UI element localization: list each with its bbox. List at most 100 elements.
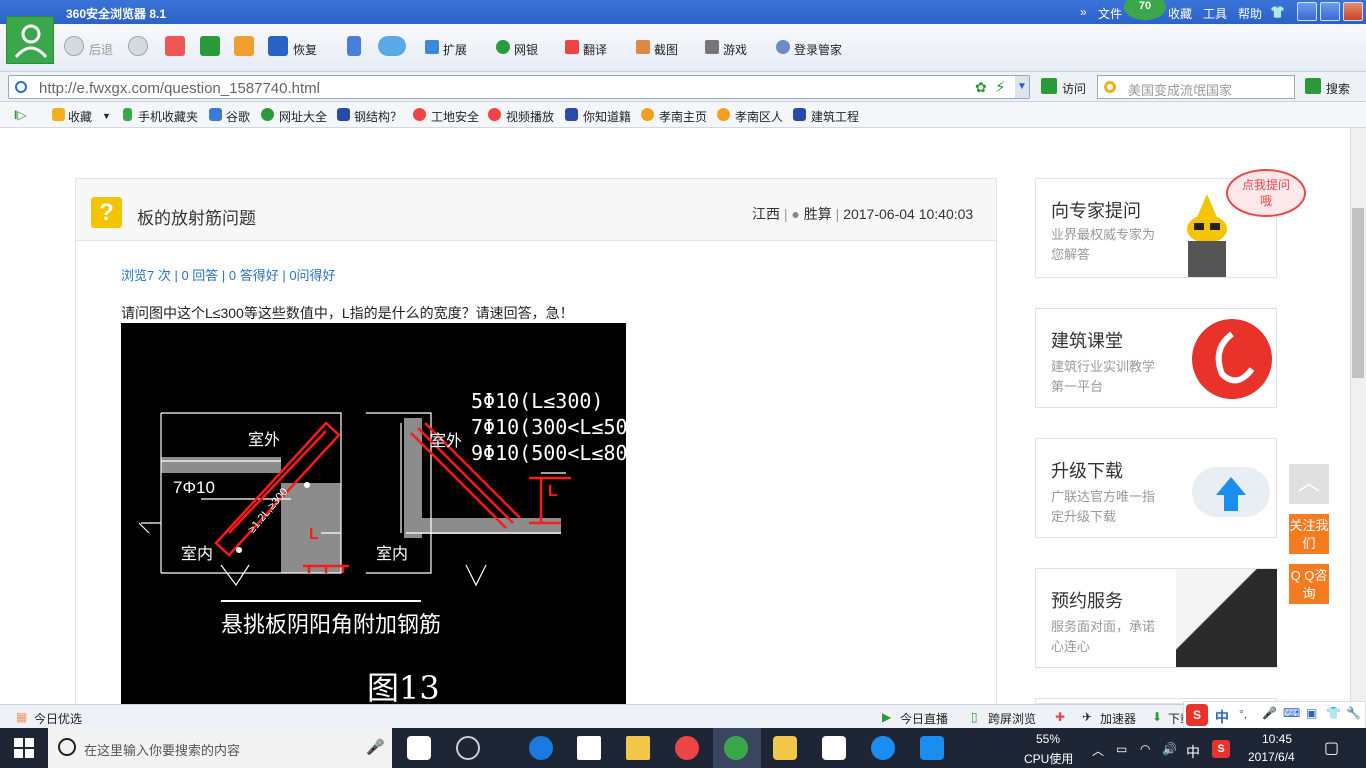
back-icon[interactable] — [64, 36, 84, 56]
status-today[interactable]: 今日优选 — [34, 710, 82, 727]
video-icon — [488, 108, 501, 121]
help-icon[interactable] — [822, 736, 846, 760]
sogou-icon[interactable]: S — [1186, 704, 1208, 726]
app-plus-icon[interactable] — [920, 736, 944, 760]
app-swirl-icon[interactable] — [456, 736, 480, 760]
lightning-icon[interactable]: ⚡ — [995, 78, 1006, 96]
skin-icon[interactable]: ▣ — [1306, 706, 1317, 720]
scrollbar-thumb[interactable] — [1352, 208, 1364, 378]
stop-icon[interactable] — [165, 36, 185, 56]
volume-icon[interactable]: 🔊 — [1162, 742, 1177, 756]
mic-icon[interactable]: 🎤 — [1262, 706, 1277, 720]
ask-bubble[interactable]: 点我提问哦 — [1226, 169, 1306, 217]
restore-button[interactable]: 恢复 — [293, 41, 317, 58]
address-dropdown-icon[interactable]: ▼ — [1015, 76, 1029, 98]
appointment-card[interactable]: 预约服务 服务面对面，承诺心连心 — [1035, 568, 1277, 668]
search-input[interactable]: 美国变成流氓国家 — [1097, 75, 1295, 99]
sogou-tray-icon[interactable]: S — [1212, 740, 1230, 758]
visit-button[interactable]: 访问 — [1062, 80, 1086, 97]
translate-button[interactable]: 翻译 — [583, 41, 607, 58]
punct-icon[interactable]: °, — [1239, 707, 1247, 721]
task-view-icon[interactable] — [407, 736, 431, 760]
fav-item-8[interactable]: 孝南主页 — [659, 108, 707, 125]
forward-icon[interactable] — [128, 36, 148, 56]
cad-drawing-image[interactable]: 5Φ10(L≤300) 7Φ10(300<L≤500) 9Φ10(500<L≤8… — [121, 323, 652, 707]
follow-us-button[interactable]: 关注我们 — [1289, 514, 1329, 554]
app-icon[interactable] — [675, 736, 699, 760]
extend-button[interactable]: 扩展 — [443, 41, 467, 58]
refresh-icon[interactable] — [200, 36, 220, 56]
course-card[interactable]: 建筑课堂 建筑行业实训教学第一平台 — [1035, 308, 1277, 408]
shirt-icon[interactable]: 👕 — [1270, 5, 1285, 19]
edge-icon[interactable] — [529, 736, 553, 760]
search-engine-icon[interactable] — [1104, 81, 1116, 93]
back-button[interactable]: 后退 — [89, 41, 113, 58]
battery-icon[interactable]: ▭ — [1116, 742, 1127, 756]
fav-item-3[interactable]: 网址大全 — [279, 108, 327, 125]
menu-help[interactable]: 帮助 — [1238, 5, 1262, 22]
maximize-button[interactable] — [1320, 2, 1340, 21]
fav-collect[interactable]: 收藏 — [68, 108, 92, 125]
windows-start-icon[interactable] — [14, 738, 34, 758]
phone-icon[interactable] — [347, 36, 361, 56]
secure-icon[interactable]: ✿ — [975, 79, 987, 96]
minimize-button[interactable] — [1297, 2, 1317, 21]
mic-icon[interactable]: 🎤 — [366, 738, 385, 756]
fav-item-4[interactable]: 钢结构？ — [354, 108, 402, 125]
fav-item-5[interactable]: 工地安全 — [431, 108, 479, 125]
shield-icon[interactable]: ✚ — [1055, 710, 1065, 724]
notes-icon[interactable] — [773, 736, 797, 760]
fav-item-6[interactable]: 视频播放 — [506, 108, 554, 125]
fav-item-9[interactable]: 孝南区人 — [735, 108, 783, 125]
taskbar-search[interactable]: 在这里输入你要搜索的内容 🎤 — [48, 728, 392, 768]
bank-button[interactable]: 网银 — [514, 41, 538, 58]
clock-date[interactable]: 2017/6/4 — [1248, 750, 1295, 764]
status-cross[interactable]: 跨屏浏览 — [988, 710, 1036, 727]
ime-toolbar[interactable]: S 中 °, 🎤 ⌨ ▣ 👕 🔧 — [1183, 701, 1366, 729]
fav-item-1[interactable]: 手机收藏夹 — [138, 108, 198, 125]
restore-icon[interactable] — [268, 36, 288, 56]
fav-item-7[interactable]: 你知道籍 — [583, 108, 631, 125]
question-stats[interactable]: 浏览7 次 | 0 回答 | 0 答得好 | 0问得好 — [121, 265, 336, 284]
shirt-icon[interactable]: 👕 — [1326, 706, 1341, 720]
qq-consult-button[interactable]: Q Q咨询 — [1289, 564, 1329, 604]
ime-mode[interactable]: 中 — [1215, 707, 1229, 727]
back-to-top-button[interactable]: ︿ — [1289, 464, 1329, 504]
menu-tools[interactable]: 工具 — [1203, 5, 1227, 22]
score-badge[interactable]: 70 — [1124, 0, 1166, 20]
menu-more-icon[interactable]: » — [1080, 5, 1087, 19]
explorer-icon[interactable] — [626, 736, 650, 760]
close-button[interactable] — [1343, 2, 1363, 21]
wifi-icon[interactable]: ◠ — [1140, 742, 1150, 756]
status-live[interactable]: 今日直播 — [900, 710, 948, 727]
question-region[interactable]: 江西 — [752, 206, 780, 222]
download-card[interactable]: 升级下载 广联达官方唯一指定升级下载 — [1035, 438, 1277, 538]
notification-icon[interactable]: ▢ — [1324, 738, 1339, 758]
game-button[interactable]: 游戏 — [723, 41, 747, 58]
home-icon[interactable] — [234, 36, 254, 56]
wrench-icon[interactable]: 🔧 — [1346, 706, 1361, 720]
login-button[interactable]: 登录管家 — [794, 41, 842, 58]
sidebar-toggle-icon[interactable]: I▷ — [14, 108, 27, 122]
cloud-icon[interactable] — [378, 36, 406, 56]
tray-expand-icon[interactable]: ︿ — [1092, 742, 1104, 759]
search-button[interactable]: 搜索 — [1326, 80, 1350, 97]
screenshot-button[interactable]: 截图 — [654, 41, 678, 58]
keyboard-icon[interactable]: ⌨ — [1283, 706, 1300, 720]
store-icon[interactable] — [577, 736, 601, 760]
address-input[interactable]: http://e.fwxgx.com/question_1587740.html… — [8, 75, 1030, 99]
game-icon — [705, 40, 719, 54]
fav-dropdown-icon[interactable]: ▼ — [102, 111, 111, 121]
ask-expert-card[interactable]: 向专家提问 业界最权威专家为您解答 点我提问哦 — [1035, 169, 1306, 278]
ime-indicator[interactable]: 中 — [1186, 742, 1200, 762]
fav-item-2[interactable]: 谷歌 — [226, 108, 250, 125]
browser-360-icon[interactable] — [724, 736, 748, 760]
clock-time[interactable]: 10:45 — [1262, 732, 1292, 746]
app-g-icon[interactable] — [871, 736, 895, 760]
menu-favorites[interactable]: 收藏 — [1168, 5, 1192, 22]
user-avatar[interactable] — [6, 16, 54, 64]
menu-file[interactable]: 文件 — [1098, 5, 1122, 22]
fav-item-10[interactable]: 建筑工程 — [811, 108, 859, 125]
status-accel[interactable]: 加速器 — [1100, 710, 1136, 727]
question-user[interactable]: 胜算 — [804, 206, 832, 222]
